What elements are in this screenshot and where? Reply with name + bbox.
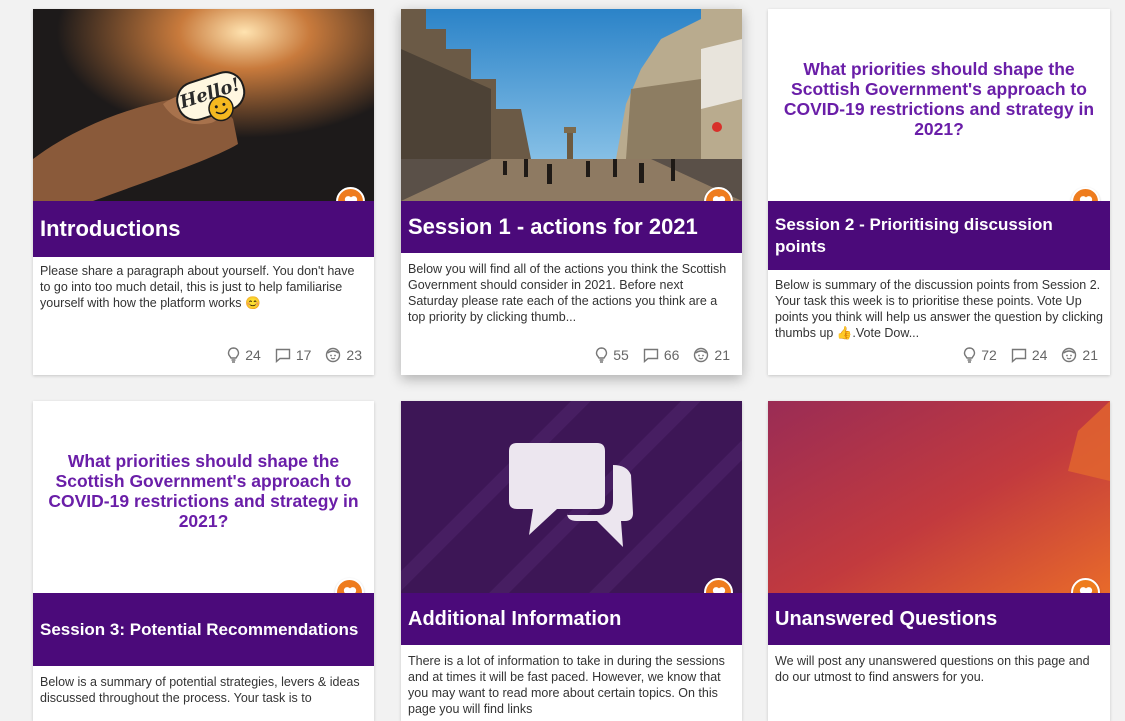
card-description: There is a lot of information to take in… <box>408 654 725 716</box>
ideas-count: 24 <box>245 347 261 363</box>
topic-card-session-1[interactable]: Session 1 - actions for 2021 Below you w… <box>401 9 742 375</box>
participant-face-icon <box>1062 347 1077 363</box>
card-stats: 55 66 21 <box>581 347 730 363</box>
card-image: Hello! <box>33 9 374 201</box>
comment-icon <box>643 348 659 363</box>
card-title[interactable]: Session 1 - actions for 2021 <box>401 201 742 253</box>
topic-card-unanswered-questions[interactable]: Unanswered Questions We will post any un… <box>768 401 1110 721</box>
participants-count: 21 <box>714 347 730 363</box>
participant-face-icon <box>694 347 709 363</box>
lightbulb-icon <box>228 347 240 363</box>
card-image <box>768 401 1110 593</box>
card-title[interactable]: Session 2 - Prioritising discussion poin… <box>768 201 1110 270</box>
card-title[interactable]: Session 3: Potential Recommendations <box>33 593 374 666</box>
participants-count: 21 <box>1082 347 1098 363</box>
topic-card-introductions[interactable]: Hello! Introductions Please share a para… <box>33 9 374 375</box>
card-image-question: What priorities should shape the Scottis… <box>48 451 359 531</box>
card-image-question: What priorities should shape the Scottis… <box>783 59 1095 139</box>
card-stats: 24 17 23 <box>213 347 362 363</box>
comment-icon <box>275 348 291 363</box>
comment-icon <box>1011 348 1027 363</box>
card-title[interactable]: Additional Information <box>401 593 742 645</box>
card-description: Below is a summary of potential strategi… <box>40 675 360 705</box>
card-title[interactable]: Introductions <box>33 201 374 257</box>
card-description: We will post any unanswered questions on… <box>775 654 1090 684</box>
card-image: What priorities should shape the Scottis… <box>768 9 1110 201</box>
ideas-count: 55 <box>613 347 629 363</box>
card-image <box>401 401 742 593</box>
topic-card-additional-information[interactable]: Additional Information There is a lot of… <box>401 401 742 721</box>
comments-count: 66 <box>663 347 680 363</box>
card-description: Below you will find all of the actions y… <box>408 262 727 324</box>
ideas-count: 72 <box>981 347 997 363</box>
lightbulb-icon <box>596 347 608 363</box>
card-image: What priorities should shape the Scottis… <box>33 401 374 593</box>
card-stats: 72 24 21 <box>949 347 1098 363</box>
participant-face-icon <box>326 347 341 363</box>
topic-card-session-3[interactable]: What priorities should shape the Scottis… <box>33 401 374 721</box>
comments-count: 24 <box>1031 347 1048 363</box>
lightbulb-icon <box>964 347 976 363</box>
participants-count: 23 <box>346 347 362 363</box>
comments-count: 17 <box>295 347 312 363</box>
card-image <box>401 9 742 201</box>
topic-card-session-2[interactable]: What priorities should shape the Scottis… <box>768 9 1110 375</box>
card-description: Below is summary of the discussion point… <box>775 278 1103 340</box>
card-title[interactable]: Unanswered Questions <box>768 593 1110 645</box>
card-description: Please share a paragraph about yourself.… <box>40 264 355 310</box>
